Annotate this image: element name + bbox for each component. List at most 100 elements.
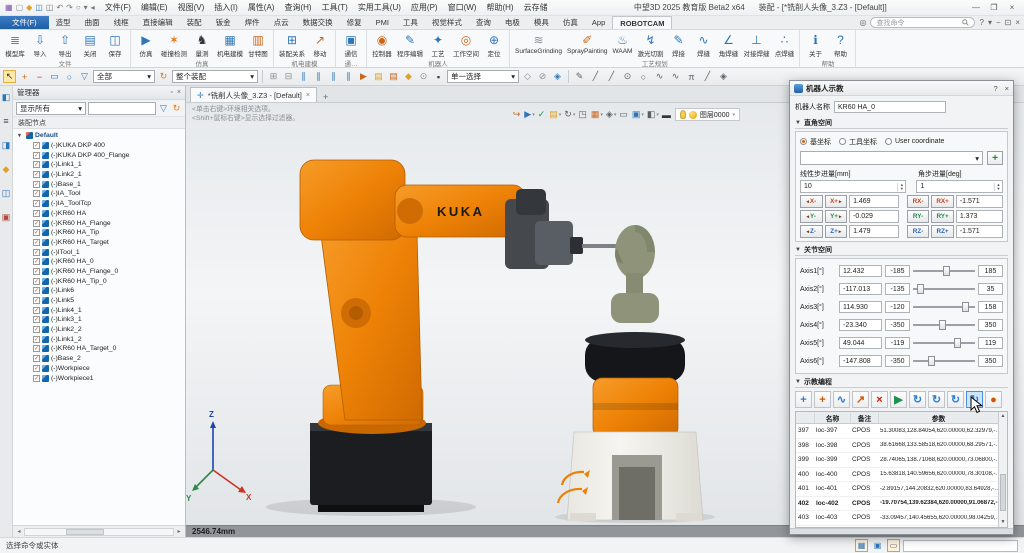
redo-icon[interactable]: ↷	[66, 4, 73, 12]
pin-icon[interactable]: ◎	[860, 18, 867, 27]
ribbon-button[interactable]: ∠ 角焊缝	[716, 31, 740, 58]
visibility-checkbox[interactable]: ✓	[33, 171, 40, 178]
selection-mode-dropdown[interactable]: 单一选择▾	[447, 70, 519, 83]
history-icon[interactable]: ⊙	[417, 70, 430, 83]
scroll-left-icon[interactable]: ◂	[14, 528, 24, 535]
ribbon-tab[interactable]: 工具	[396, 16, 425, 29]
jog-value-field[interactable]: 1.479	[849, 225, 899, 238]
rotate-minus-button[interactable]: RZ-	[907, 225, 930, 238]
tree-item[interactable]: ✓ (-)KR60 HA_Flange_0	[13, 267, 185, 277]
pick-add-icon[interactable]: ◇	[521, 70, 534, 83]
ribbon-tab[interactable]: ROBOTCAM	[612, 16, 672, 29]
ribbon-button[interactable]: ∿ 焊缝	[691, 31, 715, 58]
ribbon-tab[interactable]: 曲面	[78, 16, 107, 29]
menu-item[interactable]: 属性(A)	[243, 2, 280, 13]
filter-icon[interactable]: ▽	[78, 70, 91, 83]
pick-block-icon[interactable]: ⊘	[536, 70, 549, 83]
scroll-right-icon[interactable]: ▸	[174, 528, 184, 535]
frame-radio[interactable]: 工具坐标	[839, 137, 877, 147]
scroll-down-icon[interactable]: ▼	[999, 518, 1007, 527]
refresh-icon[interactable]: ↻	[157, 70, 170, 83]
visibility-checkbox[interactable]: ✓	[33, 326, 40, 333]
close-icon[interactable]: ×	[177, 89, 181, 96]
tree-root[interactable]: ▾ Default	[13, 131, 185, 141]
tree-item[interactable]: ✓ (-)Link4_1	[13, 305, 185, 315]
layer-manager-icon[interactable]: ◨	[2, 140, 11, 150]
new-doc-icon[interactable]: ▢	[16, 4, 24, 12]
menu-item[interactable]: 实用工具(U)	[353, 2, 406, 13]
history-manager-icon[interactable]: ≡	[3, 116, 8, 126]
visibility-checkbox[interactable]: ✓	[33, 345, 40, 352]
constraint-4-icon[interactable]: ∥	[342, 70, 355, 83]
visibility-checkbox[interactable]: ✓	[33, 336, 40, 343]
slider-thumb[interactable]	[943, 266, 950, 276]
ribbon-button[interactable]: ▥ 甘特图	[246, 31, 270, 58]
folder-view-icon[interactable]: ▤▾	[549, 109, 561, 120]
constraint-2-icon[interactable]: ∥	[312, 70, 325, 83]
menu-item[interactable]: 视图(V)	[173, 2, 210, 13]
loop-continuous-icon[interactable]: ↻	[928, 391, 945, 408]
ribbon-tab[interactable]: 造型	[49, 16, 78, 29]
window-toggle-icon[interactable]: ▭	[887, 539, 900, 552]
table-row[interactable]: 397 loc-397 CPOS 51.30083,128.84054,620.…	[796, 424, 998, 439]
visibility-checkbox[interactable]: ✓	[33, 268, 40, 275]
monitor-icon[interactable]: ▣	[871, 539, 884, 552]
rotate-value-field[interactable]: -1.571	[956, 195, 1003, 208]
ribbon-button[interactable]: ⊥ 对接焊缝	[741, 31, 771, 58]
lasso-select-icon[interactable]: ○	[63, 70, 76, 83]
select-cursor-icon[interactable]: ↖	[3, 70, 16, 83]
visibility-checkbox[interactable]: ✓	[33, 190, 40, 197]
menu-item[interactable]: 帮助(H)	[481, 2, 518, 13]
jog-value-field[interactable]: 1.469	[849, 195, 899, 208]
flag-icon[interactable]: ▪	[432, 70, 445, 83]
tab-close-icon[interactable]: ×	[306, 92, 310, 99]
exit-env-icon[interactable]: ↪	[513, 109, 522, 120]
rotate-value-field[interactable]: -1.571	[956, 225, 1003, 238]
axis-slider[interactable]	[913, 301, 975, 313]
polyline-icon[interactable]: ╱	[605, 70, 618, 83]
tree-item[interactable]: ✓ (-)KR60 HA_0	[13, 257, 185, 267]
tree-item[interactable]: ✓ (-)KR60 HA_Tip	[13, 228, 185, 238]
ribbon-tab[interactable]: 查询	[469, 16, 498, 29]
flat-icon[interactable]: ▬	[662, 109, 672, 120]
menu-item[interactable]: 编辑(E)	[136, 2, 173, 13]
menu-item[interactable]: 插入(I)	[209, 2, 243, 13]
tree-item[interactable]: ✓ (-)Workpiece	[13, 364, 185, 374]
ribbon-options-icon[interactable]: ▾	[988, 18, 992, 27]
axis-value-field[interactable]: -117.013	[839, 283, 882, 295]
visibility-checkbox[interactable]: ✓	[33, 249, 40, 256]
tree-item[interactable]: ✓ (-)Link3_1	[13, 315, 185, 325]
scope-dropdown[interactable]: 全部▾	[93, 70, 155, 83]
axis-value-field[interactable]: 49.044	[839, 337, 882, 349]
tree-item[interactable]: ✓ (-)IA_Tool	[13, 189, 185, 199]
document-tab[interactable]: ✛ *铣削人头像_3.Z3 - [Default] ×	[190, 87, 317, 102]
undo-icon[interactable]: ↶	[56, 4, 63, 12]
minimize-button[interactable]: —	[968, 3, 984, 12]
layer-dropdown[interactable]: 图层0000 ▾	[675, 108, 740, 121]
ribbon-button[interactable]: ▦ 机电建模	[215, 31, 245, 58]
scrollbar-thumb[interactable]	[66, 529, 104, 535]
constraint-3-icon[interactable]: ∥	[327, 70, 340, 83]
home-point-icon[interactable]: +	[814, 391, 831, 408]
angular-step-input[interactable]: 1 ▲▼	[916, 180, 1003, 193]
tree-item[interactable]: ✓ (-)KR60 HA_Tip_0	[13, 276, 185, 286]
assembly-scope-dropdown[interactable]: 整个装配▾	[172, 70, 258, 83]
tree-item[interactable]: ✓ (-)Link2_2	[13, 325, 185, 335]
ribbon-button[interactable]: ? 帮助	[828, 31, 852, 58]
tree-item[interactable]: ✓ (-)Link6	[13, 286, 185, 296]
tree-item[interactable]: ✓ (-)KR60 HA_Flange	[13, 218, 185, 228]
print-icon[interactable]: ◳	[578, 109, 588, 120]
caret-down-icon[interactable]: ▾	[18, 132, 24, 139]
tree-item[interactable]: ✓ (-)Link1_1	[13, 160, 185, 170]
jog-plus-button[interactable]: Z+▸	[825, 225, 848, 238]
grid-toggle-icon[interactable]: ▦	[855, 539, 868, 552]
folder-icon[interactable]: ▤	[372, 70, 385, 83]
scrollbar-thumb[interactable]	[1000, 474, 1006, 511]
link-icon[interactable]: ⊞	[267, 70, 280, 83]
menu-item[interactable]: 云存储	[519, 2, 553, 13]
ribbon-button[interactable]: ◉ 控制器	[370, 31, 394, 58]
arc-icon[interactable]: ∿	[653, 70, 666, 83]
ribbon-tab[interactable]: 钣金	[209, 16, 238, 29]
ribbon-button[interactable]: ↗ 移动	[308, 31, 332, 58]
ribbon-tab[interactable]: 文件(F)	[0, 16, 49, 29]
